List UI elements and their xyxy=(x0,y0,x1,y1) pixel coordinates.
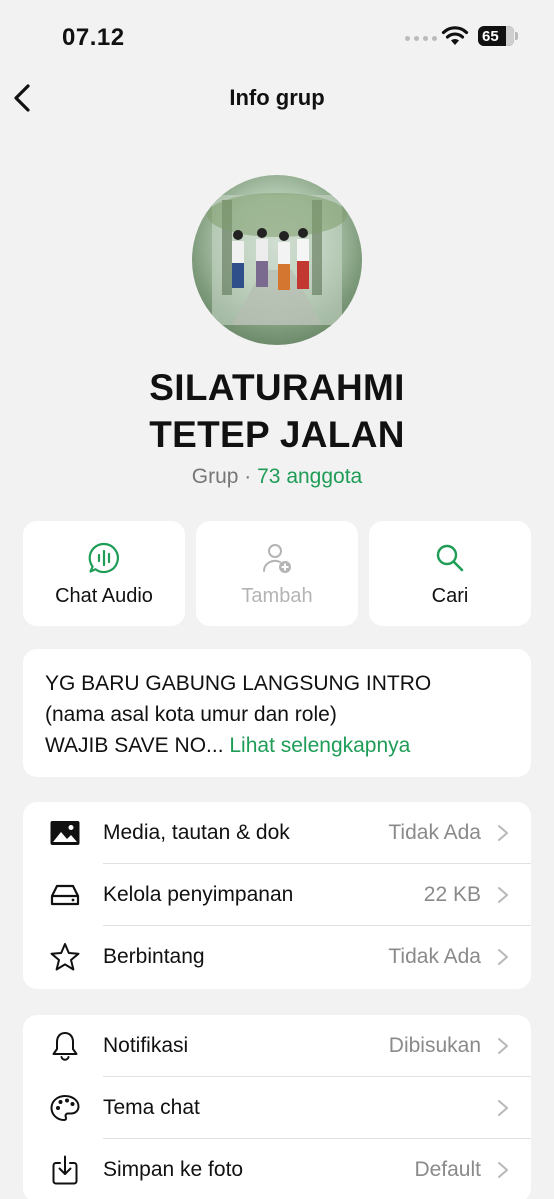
subtitle-separator: · xyxy=(238,465,258,488)
search-label: Cari xyxy=(431,585,469,607)
chevron-right-icon xyxy=(498,1100,508,1116)
chat-settings-group: Notifikasi Dibisukan Tema chat Simpan ke… xyxy=(23,1015,531,1199)
signal-dots-icon xyxy=(405,36,437,41)
row-label: Kelola penyimpanan xyxy=(103,883,294,906)
status-time: 07.12 xyxy=(62,24,125,51)
save-to-photos-icon xyxy=(52,1155,78,1185)
row-media-links-docs[interactable]: Media, tautan & dok Tidak Ada xyxy=(23,802,531,864)
battery-level-text: 65 xyxy=(482,27,499,45)
chevron-right-icon xyxy=(498,949,508,965)
group-name: SILATURAHMI TETEP JALAN xyxy=(0,364,554,458)
description-line-2: (nama asal kota umur dan role) xyxy=(45,703,337,726)
member-count-link[interactable]: 73 anggota xyxy=(257,465,362,488)
group-description[interactable]: YG BARU GABUNG LANGSUNG INTRO (nama asal… xyxy=(23,649,531,777)
row-label: Tema chat xyxy=(103,1096,200,1119)
row-value: Dibisukan xyxy=(388,1034,481,1057)
row-label: Simpan ke foto xyxy=(103,1158,244,1181)
group-name-line-1: SILATURAHMI xyxy=(149,367,405,408)
storage-icon xyxy=(50,884,80,906)
status-bar: 07.12 65 xyxy=(0,0,554,74)
audio-chat-icon xyxy=(88,542,119,574)
add-member-label: Tambah xyxy=(241,585,313,607)
see-more-link[interactable]: Lihat selengkapnya xyxy=(229,734,410,757)
row-label: Media, tautan & dok xyxy=(103,821,290,844)
media-settings-group: Media, tautan & dok Tidak Ada Kelola pen… xyxy=(23,802,531,989)
group-subtitle: Grup · 73 anggota xyxy=(0,465,554,489)
row-label: Berbintang xyxy=(103,945,205,968)
chat-audio-button[interactable]: Chat Audio xyxy=(23,521,185,626)
row-notifications[interactable]: Notifikasi Dibisukan xyxy=(23,1015,531,1077)
bell-icon xyxy=(52,1032,78,1061)
row-label: Notifikasi xyxy=(103,1034,189,1057)
row-starred[interactable]: Berbintang Tidak Ada xyxy=(23,926,531,988)
battery-indicator: 65 xyxy=(478,26,514,46)
description-line-3: WAJIB SAVE NO... xyxy=(45,734,230,757)
chevron-right-icon xyxy=(498,825,508,841)
chevron-right-icon xyxy=(498,1038,508,1054)
chat-audio-label: Chat Audio xyxy=(55,585,153,607)
add-person-icon xyxy=(262,544,291,573)
search-icon xyxy=(436,544,464,572)
row-value: Default xyxy=(414,1158,481,1181)
row-chat-theme[interactable]: Tema chat xyxy=(23,1077,531,1139)
image-icon xyxy=(50,821,80,845)
star-icon xyxy=(50,943,80,971)
row-value: 22 KB xyxy=(423,883,481,906)
add-member-button[interactable]: Tambah xyxy=(196,521,358,626)
row-save-to-photos[interactable]: Simpan ke foto Default xyxy=(23,1139,531,1199)
chevron-right-icon xyxy=(498,1162,508,1178)
chevron-right-icon xyxy=(498,887,508,903)
description-line-1: YG BARU GABUNG LANGSUNG INTRO xyxy=(45,672,432,695)
wifi-icon xyxy=(441,26,469,45)
group-type: Grup xyxy=(191,465,239,488)
row-value: Tidak Ada xyxy=(388,821,481,844)
palette-icon xyxy=(50,1094,80,1122)
battery-tip-icon xyxy=(515,32,518,40)
page-title: Info grup xyxy=(229,85,325,110)
row-value: Tidak Ada xyxy=(388,945,481,968)
search-button[interactable]: Cari xyxy=(369,521,531,626)
group-name-line-2: TETEP JALAN xyxy=(149,414,405,455)
group-avatar[interactable] xyxy=(192,175,362,345)
row-manage-storage[interactable]: Kelola penyimpanan 22 KB xyxy=(23,864,531,926)
